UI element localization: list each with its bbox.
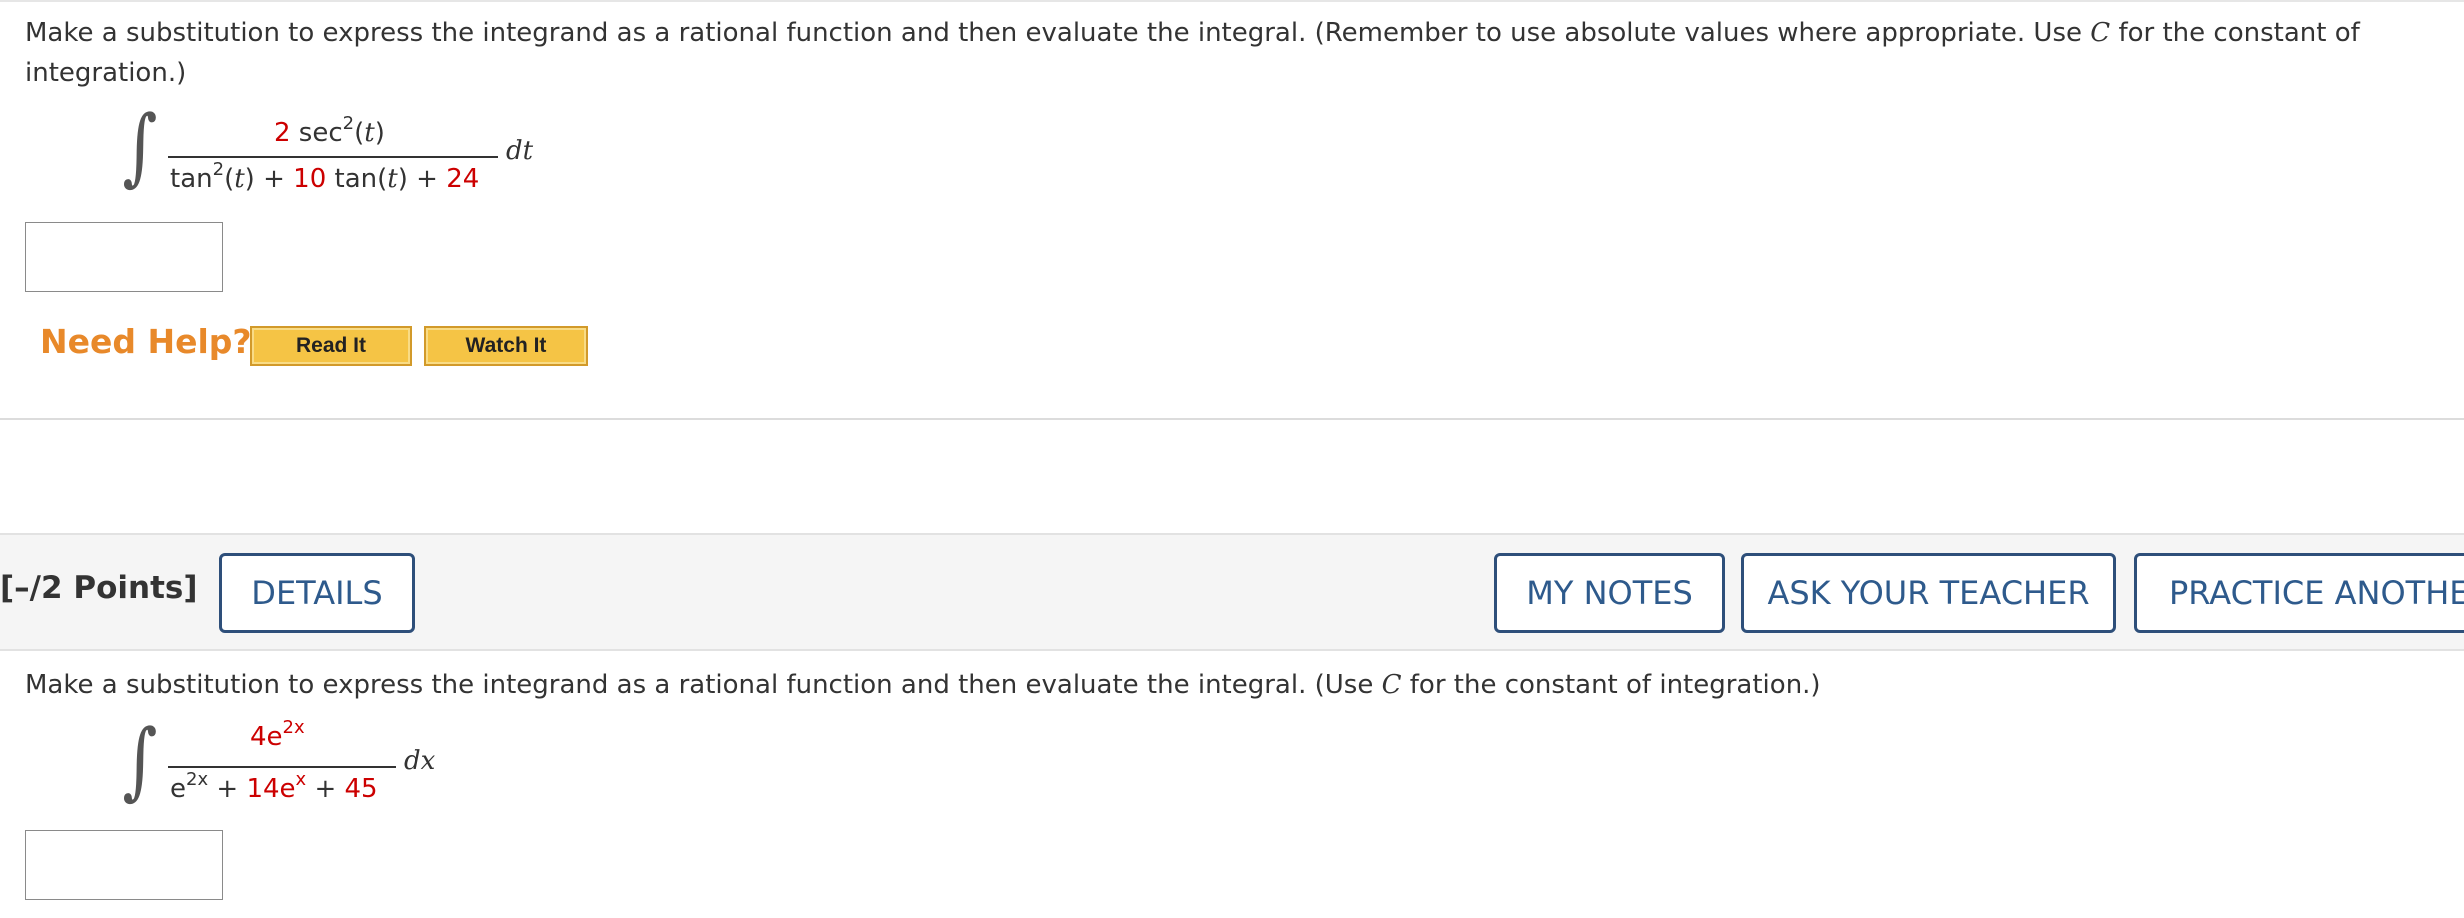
- details-button[interactable]: DETAILS: [219, 553, 415, 633]
- denominator: e2x + 14ex + 45: [170, 769, 378, 805]
- points-label: [–/2 Points]: [0, 570, 198, 606]
- read-it-button[interactable]: Read It: [250, 326, 412, 366]
- watch-it-button[interactable]: Watch It: [424, 326, 588, 366]
- practice-another-button[interactable]: PRACTICE ANOTHER: [2134, 553, 2464, 633]
- question-2-answer-input[interactable]: [25, 830, 223, 900]
- top-border: [0, 0, 2464, 2]
- differential: dx: [404, 746, 436, 776]
- numerator: 2 sec2(t): [274, 113, 385, 149]
- my-notes-button[interactable]: MY NOTES: [1494, 553, 1725, 633]
- fraction-bar: [168, 156, 498, 158]
- numerator: 4e2x: [250, 717, 305, 753]
- question-1-answer-input[interactable]: [25, 222, 223, 292]
- integral-sign: ∫: [122, 97, 158, 195]
- question-2-prompt: Make a substitution to express the integ…: [25, 670, 1821, 700]
- need-help-label: Need Help?: [40, 322, 252, 361]
- denominator: tan2(t) + 10 tan(t) + 24: [170, 159, 480, 195]
- integral-sign: ∫: [122, 711, 158, 809]
- question-1-prompt: Make a substitution to express the integ…: [25, 18, 2360, 88]
- differential: dt: [506, 136, 534, 166]
- section-divider: [0, 418, 2464, 420]
- fraction-bar: [168, 766, 396, 768]
- ask-your-teacher-button[interactable]: ASK YOUR TEACHER: [1741, 553, 2116, 633]
